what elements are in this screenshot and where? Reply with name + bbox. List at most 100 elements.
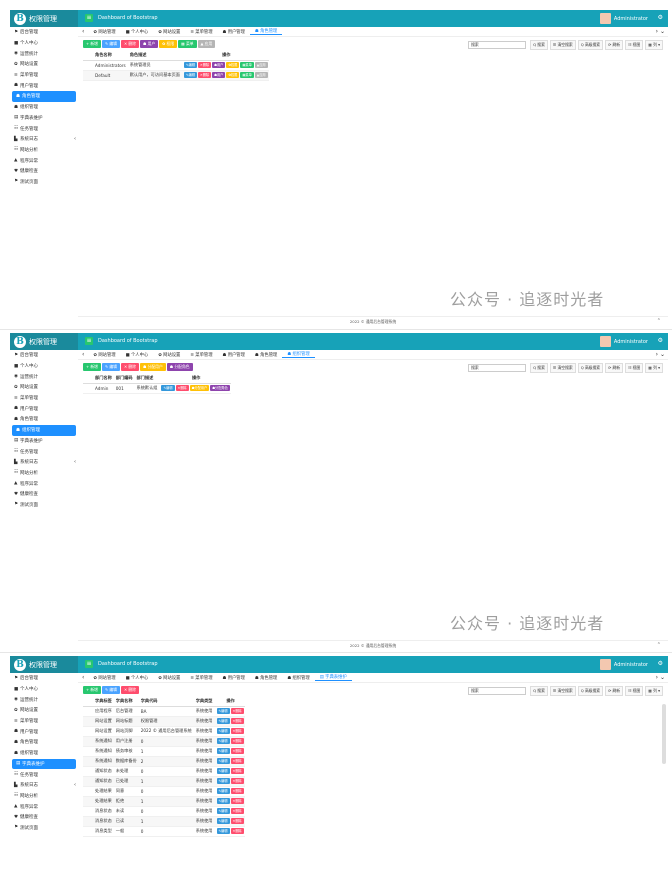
table-tool-button[interactable]: Q 搜索 bbox=[530, 40, 548, 50]
sidebar-item[interactable]: ☗ 组织管理 bbox=[10, 102, 78, 113]
sidebar-item[interactable]: ▤ 字典表维护 bbox=[10, 436, 78, 447]
sidebar-item[interactable]: ⚑ 后台管理 bbox=[10, 673, 78, 684]
toolbar-button[interactable]: ✕ 删除 bbox=[120, 686, 139, 694]
row-action-button[interactable]: ▲应用 bbox=[254, 62, 268, 68]
table-tool-button[interactable]: ☷ 视图 bbox=[625, 40, 644, 50]
row-action-button[interactable]: ✎编辑 bbox=[216, 798, 230, 804]
sidebar-item[interactable]: ▙ 系统日志 ‹ bbox=[10, 780, 78, 791]
tab[interactable]: ☗ 用户管理 bbox=[218, 352, 250, 358]
row-action-button[interactable]: ✎编辑 bbox=[216, 818, 230, 824]
table-row[interactable]: 应用程序 后台管理 BA 系统使用 ✎编辑 ✕删除 bbox=[83, 706, 245, 717]
column-header[interactable]: 字典代码 bbox=[136, 697, 192, 707]
row-action-button[interactable]: ✕删除 bbox=[230, 778, 244, 784]
sidebar-item[interactable]: ▲ 程序异常 bbox=[10, 801, 78, 812]
table-tool-button[interactable]: Q 高级搜索 bbox=[577, 686, 604, 696]
sidebar-item[interactable]: ✿ 网站设置 bbox=[10, 59, 78, 70]
row-checkbox[interactable] bbox=[83, 776, 91, 787]
search-input[interactable]: 搜索 bbox=[468, 687, 527, 695]
table-tool-button[interactable]: ☰ 清空搜索 bbox=[549, 40, 576, 50]
row-action-button[interactable]: ✎编辑 bbox=[216, 738, 230, 744]
select-all-checkbox[interactable] bbox=[83, 697, 91, 707]
app-logo[interactable]: B 权限管理 bbox=[10, 10, 78, 27]
row-action-button[interactable]: ✎编辑 bbox=[216, 778, 230, 784]
row-action-button[interactable]: ✎编辑 bbox=[216, 748, 230, 754]
sidebar-item[interactable]: ✿ 网站设置 bbox=[10, 705, 78, 716]
sidebar-item[interactable]: ▤ 字典表维护 bbox=[10, 113, 78, 124]
tab[interactable]: ☗ 角色管理 bbox=[250, 352, 282, 358]
sidebar-item[interactable]: ☗ 角色管理 bbox=[10, 737, 78, 748]
sidebar-item[interactable]: ◉ 运营统计 bbox=[10, 371, 78, 382]
row-action-button[interactable]: ☗用户 bbox=[212, 72, 226, 78]
row-checkbox[interactable] bbox=[83, 786, 91, 797]
tab[interactable]: ✿ 网站管理 bbox=[88, 352, 120, 358]
row-checkbox[interactable] bbox=[83, 736, 91, 747]
sidebar-item[interactable]: ⚑ 测试页面 bbox=[10, 500, 78, 511]
row-checkbox[interactable] bbox=[83, 756, 91, 767]
row-checkbox[interactable] bbox=[83, 726, 91, 737]
toolbar-button[interactable]: + 新增 bbox=[83, 363, 101, 371]
table-tool-button[interactable]: Q 高级搜索 bbox=[577, 363, 604, 373]
row-action-button[interactable]: ✎编辑 bbox=[216, 788, 230, 794]
row-action-button[interactable]: ✎编辑 bbox=[216, 728, 230, 734]
tab[interactable]: ≡ 菜单管理 bbox=[185, 29, 217, 35]
table-tool-button[interactable]: ⟳ 刷新 bbox=[605, 686, 624, 696]
row-action-button[interactable]: ✕删除 bbox=[230, 818, 244, 824]
table-tool-button[interactable]: ☷ 视图 bbox=[625, 686, 644, 696]
row-action-button[interactable]: ☗分配角色 bbox=[210, 385, 230, 391]
row-action-button[interactable]: ✎编辑 bbox=[184, 72, 198, 78]
menu-toggle-button[interactable]: ≡ bbox=[85, 337, 93, 345]
row-checkbox[interactable] bbox=[83, 826, 91, 837]
row-checkbox[interactable] bbox=[83, 746, 91, 757]
menu-toggle-button[interactable]: ≡ bbox=[85, 660, 93, 668]
table-row[interactable]: 通知状态 已处理 1 系统使用 ✎编辑 ✕删除 bbox=[83, 776, 245, 787]
user-menu[interactable]: Administrator bbox=[599, 659, 648, 670]
row-action-button[interactable]: ✎编辑 bbox=[184, 62, 198, 68]
row-action-button[interactable]: ✕删除 bbox=[175, 385, 189, 391]
row-action-button[interactable]: ✎编辑 bbox=[216, 828, 230, 834]
row-checkbox[interactable] bbox=[83, 766, 91, 777]
table-tool-button[interactable]: ▦ 列 ▾ bbox=[645, 40, 663, 50]
select-all-checkbox[interactable] bbox=[83, 51, 91, 61]
row-checkbox[interactable] bbox=[83, 716, 91, 727]
tab[interactable]: ✿ 网站管理 bbox=[88, 675, 120, 681]
column-header[interactable]: 部门名称 bbox=[91, 374, 112, 384]
sidebar-item[interactable]: ☷ 任务管理 bbox=[10, 123, 78, 134]
row-checkbox[interactable] bbox=[83, 706, 91, 717]
tab[interactable]: ✿ 网站设置 bbox=[153, 675, 185, 681]
sidebar-item[interactable]: ≡ 菜单管理 bbox=[10, 393, 78, 404]
tab[interactable]: ☗ 组织管理 bbox=[282, 351, 315, 358]
column-header[interactable]: 操作 bbox=[180, 51, 269, 61]
table-row[interactable]: 消息状态 已读 1 系统使用 ✎编辑 ✕删除 bbox=[83, 816, 245, 827]
column-header[interactable]: 字典类型 bbox=[191, 697, 213, 707]
toolbar-button[interactable]: ☗ 分配角色 bbox=[166, 363, 193, 371]
row-action-button[interactable]: ▦菜单 bbox=[240, 72, 254, 78]
row-action-button[interactable]: ✿权限 bbox=[226, 72, 240, 78]
gear-icon[interactable]: ⚙ bbox=[658, 660, 663, 667]
column-header[interactable]: 部门编码 bbox=[111, 374, 133, 384]
toolbar-button[interactable]: ▦ 菜单 bbox=[178, 40, 197, 48]
table-tool-button[interactable]: ▦ 列 ▾ bbox=[645, 363, 663, 373]
sidebar-item[interactable]: ⚑ 后台管理 bbox=[10, 350, 78, 361]
table-row[interactable]: 网站设置 网站标题 权限管理 系统使用 ✎编辑 ✕删除 bbox=[83, 716, 245, 727]
tab[interactable]: ☗ 组织管理 bbox=[282, 675, 314, 681]
column-header[interactable]: 操作 bbox=[157, 374, 231, 384]
row-action-button[interactable]: ▦菜单 bbox=[240, 62, 254, 68]
row-checkbox[interactable] bbox=[83, 60, 91, 71]
sidebar-item[interactable]: ▙ 系统日志 ‹ bbox=[10, 134, 78, 145]
toolbar-button[interactable]: ☗ 用户 bbox=[139, 40, 159, 48]
table-tool-button[interactable]: ▦ 列 ▾ bbox=[645, 686, 663, 696]
row-action-button[interactable]: ✎编辑 bbox=[216, 808, 230, 814]
toolbar-button[interactable]: ✎ 编辑 bbox=[101, 363, 120, 371]
sidebar-item[interactable]: ☗ 用户管理 bbox=[10, 726, 78, 737]
row-action-button[interactable]: ✎编辑 bbox=[216, 708, 230, 714]
column-header[interactable]: 字典标签 bbox=[91, 697, 112, 707]
sidebar-item[interactable]: ⚑ 测试页面 bbox=[10, 823, 78, 834]
table-row[interactable]: 网站设置 网站页脚 2022 © 通用后台管理系统 系统使用 ✎编辑 ✕删除 bbox=[83, 726, 245, 737]
sidebar-item[interactable]: ♥ 健康检查 bbox=[10, 166, 78, 177]
sidebar-item[interactable]: ▙ 系统日志 ‹ bbox=[10, 457, 78, 468]
row-action-button[interactable]: ✕删除 bbox=[230, 718, 244, 724]
table-tool-button[interactable]: Q 搜索 bbox=[530, 363, 548, 373]
column-header[interactable]: 角色描述 bbox=[125, 51, 180, 61]
tab[interactable]: ▤ 字典表维护 bbox=[314, 674, 352, 681]
column-header[interactable]: 操作 bbox=[212, 697, 245, 707]
